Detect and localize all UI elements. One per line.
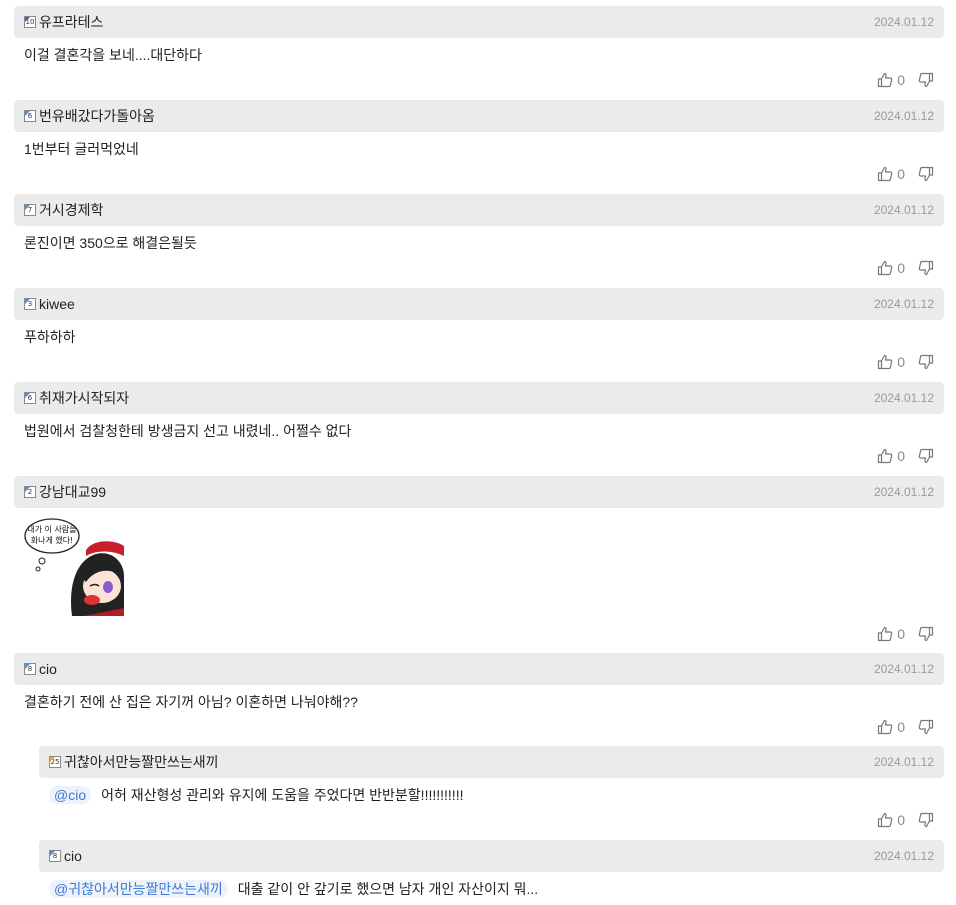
sticker-caption-line2: 화나게 했다! bbox=[31, 535, 74, 545]
comment-item: 10 유프라테스 2024.01.12 이걸 결혼각을 보네....대단하다 0 bbox=[14, 6, 944, 88]
reply-header: 8 cio 2024.01.12 bbox=[39, 840, 944, 872]
mention-tag[interactable]: @cio bbox=[49, 786, 92, 804]
comment-text: 법원에서 검찰청한테 방생금지 선고 내렸네.. 어쩔수 없다 bbox=[24, 423, 352, 439]
comment-nickname[interactable]: 강남대교99 bbox=[39, 482, 106, 502]
thumbs-up-icon[interactable] bbox=[877, 626, 893, 642]
comment-header: 7 거시경제학 2024.01.12 bbox=[14, 194, 944, 226]
thumbs-down-icon[interactable] bbox=[918, 354, 934, 370]
comment-item: 6 번유배갔다가돌아옴 2024.01.12 1번부터 글러먹었네 0 bbox=[14, 100, 944, 182]
like-count: 0 bbox=[897, 72, 905, 88]
comment-item: 7 거시경제학 2024.01.12 론진이면 350으로 해결은될듯 0 bbox=[14, 194, 944, 276]
comment-date: 2024.01.12 bbox=[873, 203, 934, 217]
comment-nickname[interactable]: 유프라테스 bbox=[39, 12, 103, 32]
comment-text: 푸하하하 bbox=[24, 329, 76, 345]
comment-item: 2 강남대교99 2024.01.12 내가 이 사람을 화나게 했다! 0 bbox=[14, 476, 944, 642]
comment-item: 8 cio 2024.01.12 결혼하기 전에 산 집은 자기꺼 아님? 이혼… bbox=[14, 653, 944, 735]
thumbs-down-icon[interactable] bbox=[918, 812, 934, 828]
vote-bar: 0 bbox=[877, 260, 934, 276]
vote-bar: 0 bbox=[877, 448, 934, 464]
comment-date: 2024.01.12 bbox=[873, 662, 934, 676]
thumbs-down-icon[interactable] bbox=[918, 448, 934, 464]
comment-item: 6 취재가시작되자 2024.01.12 법원에서 검찰청한테 방생금지 선고 … bbox=[14, 382, 944, 464]
comment-text: 결혼하기 전에 산 집은 자기꺼 아님? 이혼하면 나눠야해?? bbox=[24, 694, 358, 710]
comment-date: 2024.01.12 bbox=[873, 109, 934, 123]
level-badge-icon: 6 bbox=[24, 392, 36, 404]
thumbs-up-icon[interactable] bbox=[877, 719, 893, 735]
reply-text: 대출 같이 안 갚기로 했으면 남자 개인 자산이지 뭐... bbox=[237, 881, 539, 897]
comment-date: 2024.01.12 bbox=[873, 485, 934, 499]
comment-header: 6 번유배갔다가돌아옴 2024.01.12 bbox=[14, 100, 944, 132]
level-badge-icon: 2 bbox=[24, 486, 36, 498]
level-badge-icon: 7 bbox=[24, 204, 36, 216]
like-count: 0 bbox=[897, 354, 905, 370]
thumbs-up-icon[interactable] bbox=[877, 354, 893, 370]
comment-text: 론진이면 350으로 해결은될듯 bbox=[24, 235, 197, 251]
comment-nickname[interactable]: kiwee bbox=[39, 296, 75, 312]
comment-item: 3 kiwee 2024.01.12 푸하하하 0 bbox=[14, 288, 944, 370]
sticker-caption-line1: 내가 이 사람을 bbox=[27, 524, 76, 534]
reply-nickname[interactable]: 귀찮아서만능짤만쓰는새끼 bbox=[64, 752, 219, 772]
mention-tag[interactable]: @귀찮아서만능짤만쓰는새끼 bbox=[49, 880, 228, 898]
comment-header: 2 강남대교99 2024.01.12 bbox=[14, 476, 944, 508]
level-badge-icon: 3 bbox=[24, 298, 36, 310]
like-count: 0 bbox=[897, 260, 905, 276]
thumbs-up-icon[interactable] bbox=[877, 812, 893, 828]
comment-date: 2024.01.12 bbox=[873, 391, 934, 405]
vote-bar: 0 bbox=[877, 72, 934, 88]
thumbs-down-icon[interactable] bbox=[918, 166, 934, 182]
thumbs-up-icon[interactable] bbox=[877, 72, 893, 88]
reply-body: @귀찮아서만능짤만쓰는새끼 대출 같이 안 갚기로 했으면 남자 개인 자산이지 … bbox=[39, 872, 944, 898]
thumbs-down-icon[interactable] bbox=[918, 626, 934, 642]
thumbs-up-icon[interactable] bbox=[877, 448, 893, 464]
reply-text: 어허 재산형성 관리와 유지에 도움을 주었다면 반반분할!!!!!!!!!!! bbox=[101, 787, 464, 803]
comment-nickname[interactable]: 번유배갔다가돌아옴 bbox=[39, 106, 155, 126]
comment-date: 2024.01.12 bbox=[873, 15, 934, 29]
reply-item: 25 귀찮아서만능짤만쓰는새끼 2024.01.12 @cio 어허 재산형성 관… bbox=[39, 746, 944, 828]
level-badge-icon: 25 bbox=[49, 756, 61, 768]
vote-bar: 0 bbox=[877, 354, 934, 370]
like-count: 0 bbox=[897, 166, 905, 182]
comment-header: 3 kiwee 2024.01.12 bbox=[14, 288, 944, 320]
reply-item: 8 cio 2024.01.12 @귀찮아서만능짤만쓰는새끼 대출 같이 안 갚기… bbox=[39, 840, 944, 898]
vote-bar: 0 bbox=[877, 166, 934, 182]
vote-bar: 0 bbox=[877, 626, 934, 642]
like-count: 0 bbox=[897, 812, 905, 828]
level-badge-icon: 10 bbox=[24, 16, 36, 28]
vote-bar: 0 bbox=[877, 812, 934, 828]
reply-header: 25 귀찮아서만능짤만쓰는새끼 2024.01.12 bbox=[39, 746, 944, 778]
sticker-image: 내가 이 사람을 화나게 했다! bbox=[24, 518, 124, 616]
vote-bar: 0 bbox=[877, 719, 934, 735]
reply-nickname[interactable]: cio bbox=[64, 848, 82, 864]
level-badge-icon: 8 bbox=[49, 850, 61, 862]
comment-nickname[interactable]: cio bbox=[39, 661, 57, 677]
comment-text: 이걸 결혼각을 보네....대단하다 bbox=[24, 47, 202, 63]
reply-date: 2024.01.12 bbox=[873, 755, 934, 769]
comment-text: 1번부터 글러먹었네 bbox=[24, 141, 139, 157]
like-count: 0 bbox=[897, 626, 905, 642]
thumbs-down-icon[interactable] bbox=[918, 260, 934, 276]
comment-header: 8 cio 2024.01.12 bbox=[14, 653, 944, 685]
comment-header: 6 취재가시작되자 2024.01.12 bbox=[14, 382, 944, 414]
comment-header: 10 유프라테스 2024.01.12 bbox=[14, 6, 944, 38]
level-badge-icon: 8 bbox=[24, 663, 36, 675]
reply-body: @cio 어허 재산형성 관리와 유지에 도움을 주었다면 반반분할!!!!!!!… bbox=[39, 778, 944, 804]
like-count: 0 bbox=[897, 448, 905, 464]
comment-nickname[interactable]: 거시경제학 bbox=[39, 200, 103, 220]
thumbs-down-icon[interactable] bbox=[918, 72, 934, 88]
thumbs-up-icon[interactable] bbox=[877, 260, 893, 276]
thumbs-up-icon[interactable] bbox=[877, 166, 893, 182]
reply-date: 2024.01.12 bbox=[873, 849, 934, 863]
like-count: 0 bbox=[897, 719, 905, 735]
comment-list: 10 유프라테스 2024.01.12 이걸 결혼각을 보네....대단하다 0… bbox=[0, 0, 956, 905]
thumbs-down-icon[interactable] bbox=[918, 719, 934, 735]
comment-date: 2024.01.12 bbox=[873, 297, 934, 311]
level-badge-icon: 6 bbox=[24, 110, 36, 122]
comment-nickname[interactable]: 취재가시작되자 bbox=[39, 388, 129, 408]
